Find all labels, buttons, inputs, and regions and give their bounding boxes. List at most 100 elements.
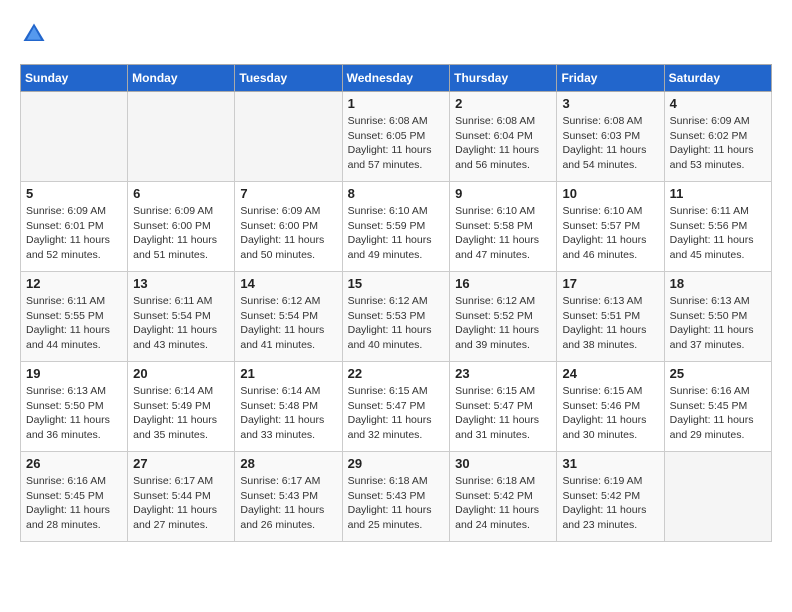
- calendar-cell: 10 Sunrise: 6:10 AM Sunset: 5:57 PM Dayli…: [557, 182, 664, 272]
- day-info: Sunrise: 6:19 AM Sunset: 5:42 PM Dayligh…: [562, 474, 658, 533]
- calendar-cell: 19 Sunrise: 6:13 AM Sunset: 5:50 PM Dayli…: [21, 362, 128, 452]
- day-info: Sunrise: 6:17 AM Sunset: 5:44 PM Dayligh…: [133, 474, 229, 533]
- day-number: 25: [670, 366, 766, 381]
- day-info: Sunrise: 6:15 AM Sunset: 5:46 PM Dayligh…: [562, 384, 658, 443]
- day-info: Sunrise: 6:13 AM Sunset: 5:50 PM Dayligh…: [670, 294, 766, 353]
- calendar-cell: 8 Sunrise: 6:10 AM Sunset: 5:59 PM Daylig…: [342, 182, 450, 272]
- weekday-header-row: SundayMondayTuesdayWednesdayThursdayFrid…: [21, 65, 772, 92]
- calendar-cell: 13 Sunrise: 6:11 AM Sunset: 5:54 PM Dayli…: [128, 272, 235, 362]
- calendar-cell: 29 Sunrise: 6:18 AM Sunset: 5:43 PM Dayli…: [342, 452, 450, 542]
- day-number: 10: [562, 186, 658, 201]
- day-info: Sunrise: 6:08 AM Sunset: 6:03 PM Dayligh…: [562, 114, 658, 173]
- logo: [20, 20, 52, 48]
- day-info: Sunrise: 6:09 AM Sunset: 6:00 PM Dayligh…: [240, 204, 336, 263]
- day-info: Sunrise: 6:11 AM Sunset: 5:56 PM Dayligh…: [670, 204, 766, 263]
- day-info: Sunrise: 6:09 AM Sunset: 6:00 PM Dayligh…: [133, 204, 229, 263]
- calendar-cell: 3 Sunrise: 6:08 AM Sunset: 6:03 PM Daylig…: [557, 92, 664, 182]
- calendar-cell: 28 Sunrise: 6:17 AM Sunset: 5:43 PM Dayli…: [235, 452, 342, 542]
- day-info: Sunrise: 6:12 AM Sunset: 5:53 PM Dayligh…: [348, 294, 445, 353]
- day-info: Sunrise: 6:12 AM Sunset: 5:52 PM Dayligh…: [455, 294, 551, 353]
- day-number: 27: [133, 456, 229, 471]
- day-number: 9: [455, 186, 551, 201]
- day-info: Sunrise: 6:10 AM Sunset: 5:59 PM Dayligh…: [348, 204, 445, 263]
- day-number: 2: [455, 96, 551, 111]
- calendar-week-row: 1Sunrise: 6:08 AM Sunset: 6:05 PM Daylig…: [21, 92, 772, 182]
- calendar-cell: 23Sunrise: 6:15 AM Sunset: 5:47 PM Dayli…: [450, 362, 557, 452]
- day-number: 17: [562, 276, 658, 291]
- calendar-cell: 5 Sunrise: 6:09 AM Sunset: 6:01 PM Daylig…: [21, 182, 128, 272]
- weekday-header: Sunday: [21, 65, 128, 92]
- day-number: 23: [455, 366, 551, 381]
- day-info: Sunrise: 6:14 AM Sunset: 5:48 PM Dayligh…: [240, 384, 336, 443]
- calendar-cell: 22 Sunrise: 6:15 AM Sunset: 5:47 PM Dayli…: [342, 362, 450, 452]
- day-info: Sunrise: 6:10 AM Sunset: 5:57 PM Dayligh…: [562, 204, 658, 263]
- weekday-header: Tuesday: [235, 65, 342, 92]
- day-info: Sunrise: 6:08 AM Sunset: 6:04 PM Dayligh…: [455, 114, 551, 173]
- day-number: 18: [670, 276, 766, 291]
- day-number: 6: [133, 186, 229, 201]
- weekday-header: Monday: [128, 65, 235, 92]
- calendar-cell: 18 Sunrise: 6:13 AM Sunset: 5:50 PM Dayli…: [664, 272, 771, 362]
- day-number: 20: [133, 366, 229, 381]
- calendar-cell: 17 Sunrise: 6:13 AM Sunset: 5:51 PM Dayli…: [557, 272, 664, 362]
- day-info: Sunrise: 6:11 AM Sunset: 5:54 PM Dayligh…: [133, 294, 229, 353]
- day-info: Sunrise: 6:14 AM Sunset: 5:49 PM Dayligh…: [133, 384, 229, 443]
- day-info: Sunrise: 6:18 AM Sunset: 5:43 PM Dayligh…: [348, 474, 445, 533]
- day-info: Sunrise: 6:17 AM Sunset: 5:43 PM Dayligh…: [240, 474, 336, 533]
- calendar-cell: 25Sunrise: 6:16 AM Sunset: 5:45 PM Dayli…: [664, 362, 771, 452]
- day-number: 11: [670, 186, 766, 201]
- day-number: 21: [240, 366, 336, 381]
- calendar-cell: 12Sunrise: 6:11 AM Sunset: 5:55 PM Dayli…: [21, 272, 128, 362]
- day-number: 19: [26, 366, 122, 381]
- day-number: 22: [348, 366, 445, 381]
- day-info: Sunrise: 6:08 AM Sunset: 6:05 PM Dayligh…: [348, 114, 445, 173]
- calendar-cell: [235, 92, 342, 182]
- calendar-week-row: 19 Sunrise: 6:13 AM Sunset: 5:50 PM Dayli…: [21, 362, 772, 452]
- day-number: 13: [133, 276, 229, 291]
- day-info: Sunrise: 6:16 AM Sunset: 5:45 PM Dayligh…: [26, 474, 122, 533]
- page-header: [20, 20, 772, 48]
- day-number: 26: [26, 456, 122, 471]
- day-number: 5: [26, 186, 122, 201]
- weekday-header: Wednesday: [342, 65, 450, 92]
- weekday-header: Thursday: [450, 65, 557, 92]
- calendar-table: SundayMondayTuesdayWednesdayThursdayFrid…: [20, 64, 772, 542]
- calendar-week-row: 26 Sunrise: 6:16 AM Sunset: 5:45 PM Dayli…: [21, 452, 772, 542]
- day-number: 12: [26, 276, 122, 291]
- calendar-cell: 14 Sunrise: 6:12 AM Sunset: 5:54 PM Dayli…: [235, 272, 342, 362]
- weekday-header: Saturday: [664, 65, 771, 92]
- calendar-cell: 30Sunrise: 6:18 AM Sunset: 5:42 PM Dayli…: [450, 452, 557, 542]
- calendar-cell: [21, 92, 128, 182]
- calendar-cell: 2 Sunrise: 6:08 AM Sunset: 6:04 PM Daylig…: [450, 92, 557, 182]
- day-number: 29: [348, 456, 445, 471]
- day-number: 14: [240, 276, 336, 291]
- day-info: Sunrise: 6:10 AM Sunset: 5:58 PM Dayligh…: [455, 204, 551, 263]
- calendar-cell: 16 Sunrise: 6:12 AM Sunset: 5:52 PM Dayli…: [450, 272, 557, 362]
- day-number: 15: [348, 276, 445, 291]
- day-info: Sunrise: 6:15 AM Sunset: 5:47 PM Dayligh…: [348, 384, 445, 443]
- day-number: 8: [348, 186, 445, 201]
- calendar-cell: 20 Sunrise: 6:14 AM Sunset: 5:49 PM Dayli…: [128, 362, 235, 452]
- day-info: Sunrise: 6:13 AM Sunset: 5:50 PM Dayligh…: [26, 384, 122, 443]
- day-number: 4: [670, 96, 766, 111]
- day-info: Sunrise: 6:09 AM Sunset: 6:01 PM Dayligh…: [26, 204, 122, 263]
- calendar-cell: 9 Sunrise: 6:10 AM Sunset: 5:58 PM Daylig…: [450, 182, 557, 272]
- day-number: 3: [562, 96, 658, 111]
- day-info: Sunrise: 6:13 AM Sunset: 5:51 PM Dayligh…: [562, 294, 658, 353]
- day-number: 28: [240, 456, 336, 471]
- calendar-cell: 27 Sunrise: 6:17 AM Sunset: 5:44 PM Dayli…: [128, 452, 235, 542]
- day-number: 30: [455, 456, 551, 471]
- calendar-cell: 24 Sunrise: 6:15 AM Sunset: 5:46 PM Dayli…: [557, 362, 664, 452]
- calendar-cell: 11 Sunrise: 6:11 AM Sunset: 5:56 PM Dayli…: [664, 182, 771, 272]
- day-number: 24: [562, 366, 658, 381]
- day-info: Sunrise: 6:12 AM Sunset: 5:54 PM Dayligh…: [240, 294, 336, 353]
- calendar-cell: [128, 92, 235, 182]
- day-number: 16: [455, 276, 551, 291]
- calendar-cell: 4 Sunrise: 6:09 AM Sunset: 6:02 PM Daylig…: [664, 92, 771, 182]
- logo-icon: [20, 20, 48, 48]
- calendar-cell: [664, 452, 771, 542]
- calendar-cell: 21 Sunrise: 6:14 AM Sunset: 5:48 PM Dayli…: [235, 362, 342, 452]
- calendar-cell: 1Sunrise: 6:08 AM Sunset: 6:05 PM Daylig…: [342, 92, 450, 182]
- calendar-cell: 15 Sunrise: 6:12 AM Sunset: 5:53 PM Dayli…: [342, 272, 450, 362]
- day-info: Sunrise: 6:09 AM Sunset: 6:02 PM Dayligh…: [670, 114, 766, 173]
